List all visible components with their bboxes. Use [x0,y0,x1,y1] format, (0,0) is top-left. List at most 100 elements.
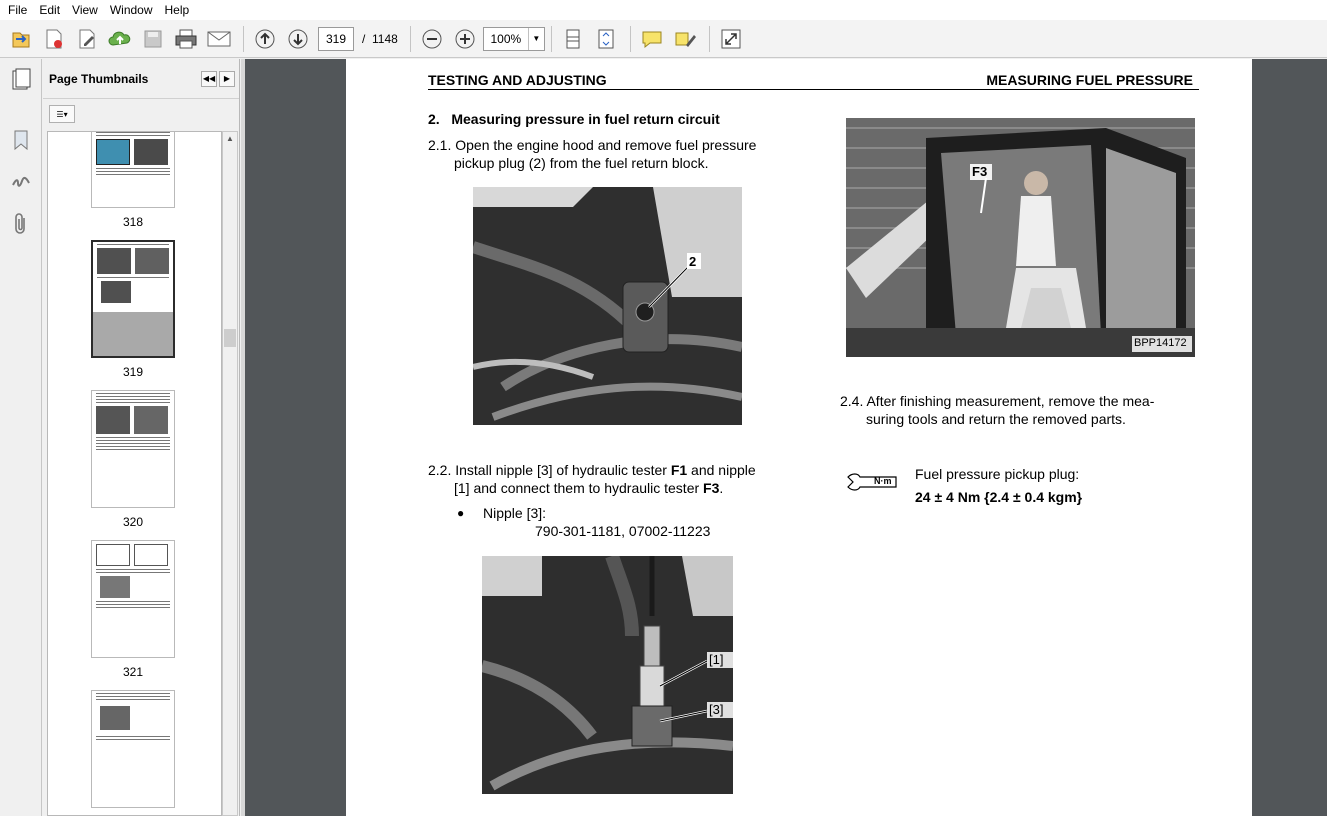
zoom-select[interactable]: 100% ▼ [482,26,545,51]
toolbar-separator [708,25,710,52]
zoom-value: 100% [490,31,522,46]
open-button[interactable] [6,24,36,54]
torque-label: Fuel pressure pickup plug: [915,466,1080,482]
thumbnail-label: 320 [122,515,144,529]
arrow-up-circle-icon [255,29,275,48]
thumbnail-page-318[interactable] [91,132,175,208]
thumbnail-label: 321 [122,665,144,679]
thumbnail-label: 318 [122,215,144,229]
page-thumbnails-panel: Page Thumbnails ◀◀ ▶ ☰▾ 318 319 320 321 … [43,59,240,816]
running-header-left: TESTING AND ADJUSTING [428,72,607,88]
signatures-nav[interactable] [0,161,42,203]
toolbar: 319 / 1148 100% ▼ [0,20,1327,58]
highlight-text-icon [675,32,696,47]
zoom-in-icon [455,29,475,48]
open-icon [12,32,30,47]
previous-page-button[interactable] [250,24,280,54]
scroll-mode-icon [566,29,580,48]
page-count: / 1148 [362,31,398,46]
create-pdf-icon [46,29,62,48]
thumbnail-page-321[interactable] [91,540,175,658]
photo3-callout: F3 [972,164,988,179]
menu-edit[interactable]: Edit [33,0,66,20]
paperclip-icon [15,213,25,234]
photo-operator-cab: F3 BPP14172 [846,118,1195,357]
section-title: 2. Measuring pressure in fuel return cir… [428,111,720,127]
navigation-rail [0,59,42,816]
step-2-2-line1: 2.2. Install nipple [3] of hydraulic tes… [428,462,756,478]
zoom-out-button[interactable] [417,24,447,54]
comment-button[interactable] [637,24,667,54]
pdf-page: TESTING AND ADJUSTING MEASURING FUEL PRE… [346,59,1252,816]
photo3-code: BPP14172 [1134,337,1187,349]
thumbnail-scrollbar[interactable]: ▲ [222,131,238,816]
step-2-4-line2: suring tools and return the removed part… [866,411,1126,427]
thumbnail-page-320[interactable] [91,390,175,508]
step-2-1-line1: 2.1. Open the engine hood and remove fue… [428,137,757,153]
fit-page-button[interactable] [591,24,621,54]
arrow-down-circle-icon [288,29,308,48]
expand-button[interactable] [716,24,746,54]
torque-wrench-icon: N·m [846,471,898,493]
step-2-2-line2: [1] and connect them to hydraulic tester… [454,480,724,496]
edit-button[interactable] [72,24,102,54]
panel-header: Page Thumbnails ◀◀ ▶ [43,59,239,99]
attachments-nav[interactable] [0,203,42,245]
printer-icon [175,29,197,48]
comment-icon [642,31,662,48]
pages-icon [12,68,31,90]
chevron-down-icon[interactable]: ▼ [527,27,544,50]
photo2-callout-3: [3] [709,702,724,717]
menu-file[interactable]: File [2,0,33,20]
menu-view[interactable]: View [66,0,104,20]
save-button[interactable] [138,24,168,54]
cloud-upload-icon [108,31,131,46]
thumbnail-label: 319 [122,365,144,379]
email-button[interactable] [204,24,234,54]
scrollbar-thumb[interactable] [224,329,236,347]
zoom-in-button[interactable] [450,24,480,54]
fit-page-icon [598,29,614,48]
toolbar-separator [629,25,631,52]
toolbar-separator [409,25,411,52]
thumbnail-page-319[interactable] [91,240,175,358]
collapse-panel-button[interactable]: ◀◀ [201,70,217,87]
menu-bar: File Edit View Window Help [0,0,1327,20]
upload-button[interactable] [105,24,135,54]
highlight-button[interactable] [670,24,700,54]
toolbar-separator [243,25,244,52]
header-rule [428,89,1199,90]
next-page-button[interactable] [283,24,313,54]
thumbnail-list: 318 319 320 321 [47,131,222,816]
nipple-label: Nipple [3]: [483,505,547,521]
scrolling-mode-button[interactable] [558,24,588,54]
create-pdf-button[interactable] [39,24,69,54]
menu-help[interactable]: Help [159,0,196,20]
page-thumbnails-nav[interactable] [0,59,42,101]
envelope-icon [207,31,231,46]
scroll-up-icon[interactable]: ▲ [223,134,237,143]
panel-title: Page Thumbnails [49,71,149,86]
photo-nipple-connection: [1] [3] [482,556,733,794]
edit-icon [79,29,95,48]
photo-fuel-return-block: 2 [473,187,742,425]
bookmarks-nav[interactable] [0,119,42,161]
thumbnail-page-322[interactable] [91,690,175,808]
zoom-out-icon [422,29,442,48]
signature-icon [12,176,30,187]
page-number-input[interactable]: 319 [318,26,354,51]
photo2-callout-1: [1] [709,652,724,667]
menu-window[interactable]: Window [104,0,159,20]
close-panel-button[interactable]: ▶ [219,70,235,87]
step-2-4-line1: 2.4. After finishing measurement, remove… [840,393,1155,409]
document-viewport: TESTING AND ADJUSTING MEASURING FUEL PRE… [245,59,1327,816]
bullet-dot: ● [457,506,465,520]
print-button[interactable] [171,24,201,54]
save-icon [144,30,162,47]
torque-value: 24 ± 4 Nm {2.4 ± 0.4 kgm} [915,489,1083,505]
thumbnail-options-button[interactable]: ☰▾ [49,105,75,123]
expand-icon [721,29,741,48]
nipple-part-numbers: 790-301-1181, 07002-11223 [535,523,711,539]
toolbar-separator [550,25,552,52]
running-header-right: MEASURING FUEL PRESSURE [986,72,1193,88]
